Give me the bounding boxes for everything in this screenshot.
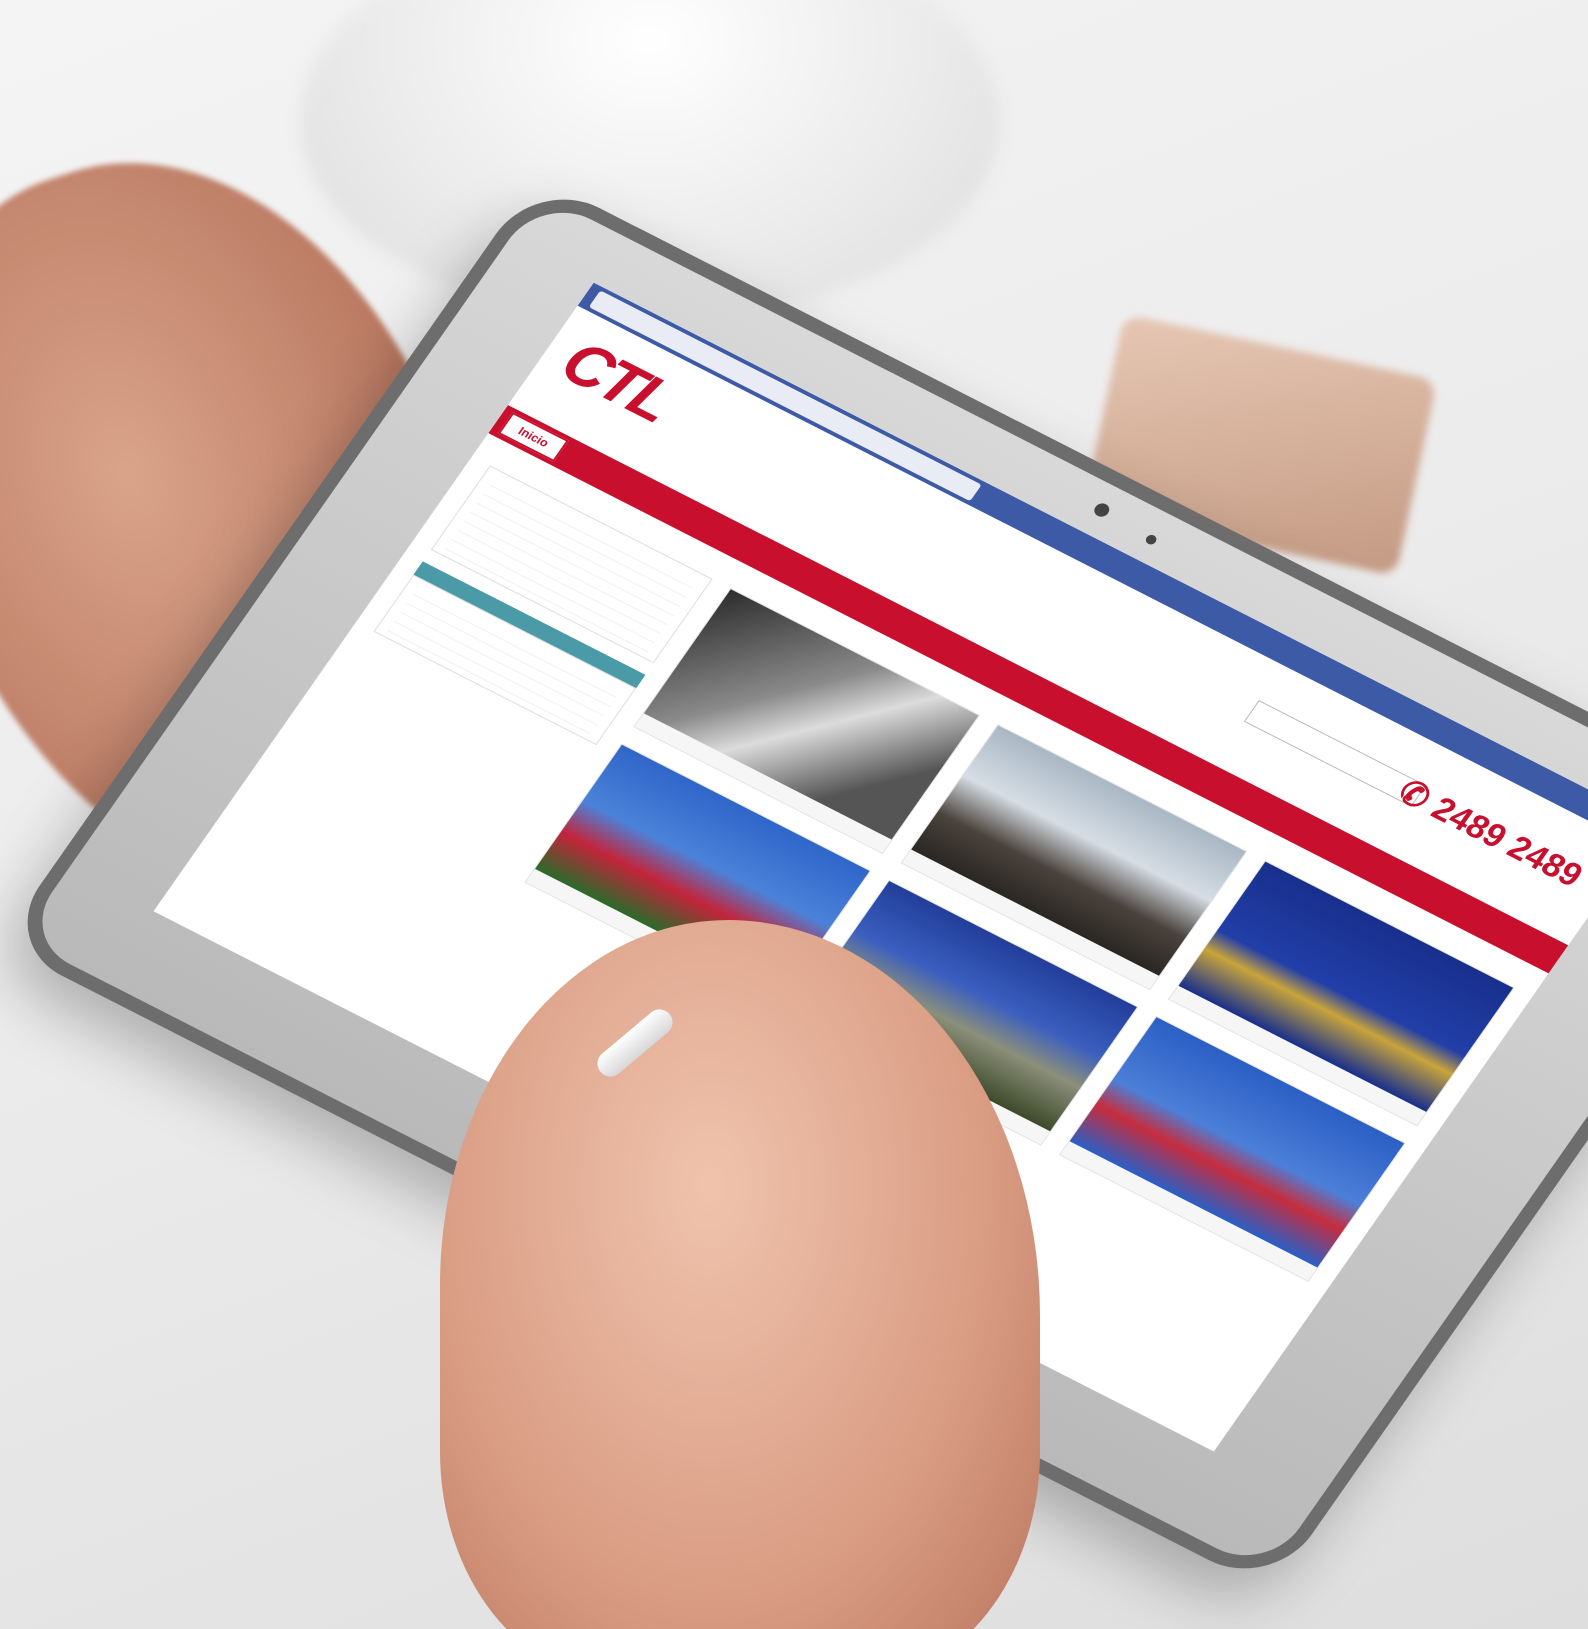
tablet-camera-icon (1091, 501, 1113, 520)
photo-scene: CTL ✆ 2489 2489 Inicio (0, 0, 1588, 1629)
tablet-sensor-icon (1143, 533, 1159, 547)
